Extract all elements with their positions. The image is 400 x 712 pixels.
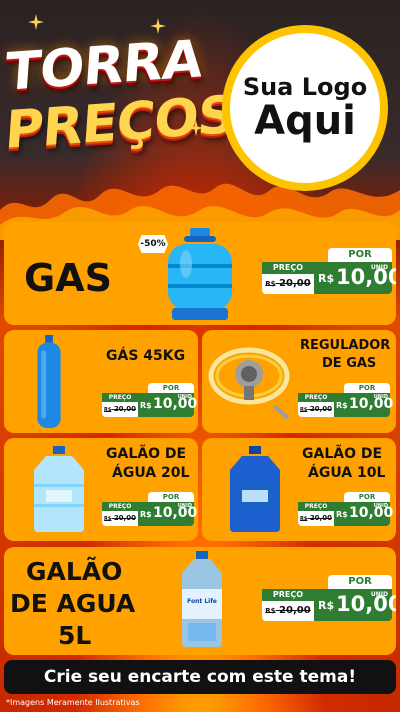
old-price-box: PREÇO R$ 20,00 <box>262 589 314 621</box>
unit-label: UNID <box>373 503 388 509</box>
unit-label: UNID <box>177 394 192 400</box>
water-bottle-5l-image: Font Life <box>182 551 222 647</box>
gas-cylinder-image <box>168 228 232 320</box>
product-name-line-2: DE AGUA <box>10 589 136 618</box>
logo-line-1: Sua Logo <box>242 72 368 101</box>
product-name-line-1: GALÃO DE <box>106 446 187 462</box>
old-price-box: PREÇO R$ 20,00 <box>102 393 138 417</box>
old-price: R$ 20,00 <box>265 278 311 289</box>
flyer: TORRA PREÇOS Sua Logo Aqui GAS POR PREÇO… <box>0 0 400 712</box>
water-jug-10l-image <box>230 446 280 532</box>
currency: R$ <box>336 510 348 519</box>
water-jug-20l-image <box>34 446 84 532</box>
sparkle-icon <box>150 18 166 34</box>
sparkle-icon <box>28 14 44 30</box>
title-line-2: PREÇOS <box>3 85 237 161</box>
new-price-box: R$ 10,00 UNID <box>314 262 396 294</box>
product-card-gas-45kg: GÁS 45KG POR PREÇO R$ 20,00 R$ 10,00 UNI… <box>4 330 198 433</box>
price-tag: POR PREÇO R$ 20,00 R$ 10,00 UNID <box>262 248 396 296</box>
price-tag: POR PREÇO R$ 20,00 R$ 10,00 UNID <box>262 575 396 623</box>
promo-title: TORRA PREÇOS <box>3 18 237 161</box>
por-label: POR <box>328 248 392 262</box>
logo-placeholder: Sua Logo Aqui <box>222 25 388 191</box>
cta-banner[interactable]: Crie seu encarte com este tema! <box>4 660 396 694</box>
product-card-galao-20l: GALÃO DE ÁGUA 20L POR PREÇO R$ 20,00 R$ … <box>4 438 198 541</box>
currency: R$ <box>336 401 348 410</box>
old-price: R$ 20,00 <box>104 514 136 522</box>
product-name-line-3: 5L <box>58 621 92 650</box>
new-price-box: R$ 10,00 UNID <box>138 393 197 417</box>
logo-line-2: Aqui <box>254 98 356 145</box>
product-card-galao-5l: GALÃO DE AGUA 5L Font Life POR PREÇO R$ … <box>4 547 396 655</box>
new-price-box: R$ 10,00 UNID <box>138 502 197 526</box>
unit-label: UNID <box>177 503 192 509</box>
gas-cylinder-45kg-image <box>37 334 61 429</box>
new-price-box: R$ 10,00 UNID <box>334 393 393 417</box>
preco-label: PREÇO <box>298 393 334 402</box>
discount-badge: -50% <box>138 235 168 253</box>
por-label: POR <box>328 575 392 589</box>
product-card-gas: GAS POR PREÇO R$ 20,00 R$ 10,00 UNID <box>4 222 396 325</box>
unit-label: UNID <box>373 394 388 400</box>
price-tag: POR PREÇO R$ 20,00 R$ 10,00 UNID <box>298 492 393 528</box>
price-tag: POR PREÇO R$ 20,00 R$ 10,00 UNID <box>102 492 197 528</box>
currency: R$ <box>140 401 152 410</box>
currency: R$ <box>318 272 335 285</box>
product-name: GAS <box>24 256 112 300</box>
old-price-box: PREÇO R$ 20,00 <box>102 502 138 526</box>
product-name: GÁS 45KG <box>106 348 186 364</box>
price-tag: POR PREÇO R$ 20,00 R$ 10,00 UNID <box>102 383 197 419</box>
unit-label: UNID <box>370 264 388 271</box>
product-card-regulador: REGULADOR DE GAS POR PREÇO R$ 20,00 R$ 1… <box>202 330 396 433</box>
old-price: R$ 20,00 <box>300 405 332 413</box>
preco-label: PREÇO <box>102 502 138 511</box>
product-name-line-1: GALÃO <box>26 557 123 586</box>
new-price-box: R$ 10,00 UNID <box>314 589 396 621</box>
unit-label: UNID <box>370 591 388 598</box>
preco-label: PREÇO <box>298 502 334 511</box>
product-name-line-2: ÁGUA 20L <box>112 465 190 481</box>
old-price-box: PREÇO R$ 20,00 <box>262 262 314 294</box>
disclaimer: *Imagens Meramente Ilustrativas <box>6 698 140 707</box>
preco-label: PREÇO <box>262 589 314 601</box>
product-name-line-1: REGULADOR <box>300 338 391 353</box>
product-name-line-2: ÁGUA 10L <box>308 465 386 481</box>
new-price-box: R$ 10,00 UNID <box>334 502 393 526</box>
por-label: POR <box>344 383 390 393</box>
product-name-line-2: DE GAS <box>322 356 377 371</box>
preco-label: PREÇO <box>102 393 138 402</box>
gas-regulator-image <box>208 347 290 420</box>
old-price: R$ 20,00 <box>104 405 136 413</box>
price-tag: POR PREÇO R$ 20,00 R$ 10,00 UNID <box>298 383 393 419</box>
old-price: R$ 20,00 <box>300 514 332 522</box>
product-name-line-1: GALÃO DE <box>302 446 383 462</box>
sparkle-icon <box>188 120 204 136</box>
por-label: POR <box>148 383 194 393</box>
old-price-box: PREÇO R$ 20,00 <box>298 393 334 417</box>
product-card-galao-10l: GALÃO DE ÁGUA 10L POR PREÇO R$ 20,00 R$ … <box>202 438 396 541</box>
por-label: POR <box>148 492 194 502</box>
currency: R$ <box>140 510 152 519</box>
old-price: R$ 20,00 <box>265 605 311 616</box>
por-label: POR <box>344 492 390 502</box>
bottle-brand-label: Font Life <box>187 598 217 605</box>
preco-label: PREÇO <box>262 262 314 274</box>
currency: R$ <box>318 599 335 612</box>
old-price-box: PREÇO R$ 20,00 <box>298 502 334 526</box>
